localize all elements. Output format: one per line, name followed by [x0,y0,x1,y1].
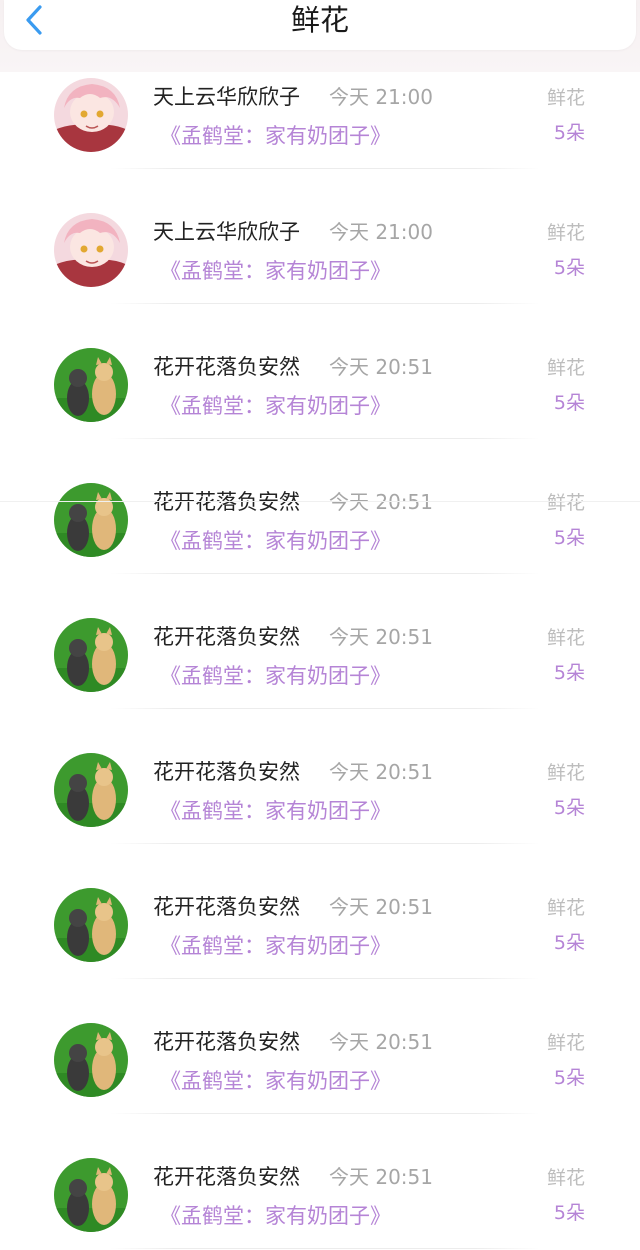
list-item[interactable]: 天上云华欣欣子 今天 21:00 《孟鹤堂：家有奶团子》 鲜花 5朵 [0,72,640,207]
user-avatar[interactable] [54,483,128,557]
user-avatar[interactable] [54,618,128,692]
username[interactable]: 天上云华欣欣子 [153,82,300,112]
username[interactable]: 天上云华欣欣子 [153,217,300,247]
anime-girl-avatar-icon [54,213,128,287]
username[interactable]: 花开花落负安然 [153,487,300,517]
timestamp: 今天 21:00 [329,85,433,109]
book-title-link[interactable]: 《孟鹤堂：家有奶团子》 [160,256,391,286]
gift-count: 5朵 [553,797,585,819]
book-title-link[interactable]: 《孟鹤堂：家有奶团子》 [160,526,391,556]
timestamp: 今天 20:51 [329,1165,433,1189]
cats-avatar-icon [54,348,128,422]
username[interactable]: 花开花落负安然 [153,757,300,787]
anime-girl-avatar-icon [54,78,128,152]
list-item[interactable]: 花开花落负安然 今天 20:51 《孟鹤堂：家有奶团子》 鲜花 5朵 [0,747,640,882]
user-avatar[interactable] [54,78,128,152]
gift-type-label: 鲜花 [546,492,585,514]
gift-type-label: 鲜花 [546,627,585,649]
timestamp: 今天 20:51 [329,625,433,649]
list-item[interactable]: 花开花落负安然 今天 20:51 《孟鹤堂：家有奶团子》 鲜花 5朵 [0,477,640,612]
user-avatar[interactable] [54,888,128,962]
row-divider [110,1248,540,1249]
gift-type-label: 鲜花 [546,357,585,379]
row-divider [110,843,540,844]
username[interactable]: 花开花落负安然 [153,892,300,922]
book-title-link[interactable]: 《孟鹤堂：家有奶团子》 [160,391,391,421]
gift-count: 5朵 [553,257,585,279]
section-divider [0,501,640,502]
gift-count: 5朵 [553,1202,585,1224]
gift-type-label: 鲜花 [546,1167,585,1189]
row-divider [110,168,540,169]
cats-avatar-icon [54,1023,128,1097]
list-item[interactable]: 花开花落负安然 今天 20:51 《孟鹤堂：家有奶团子》 鲜花 5朵 [0,882,640,1017]
list-item[interactable]: 花开花落负安然 今天 20:51 《孟鹤堂：家有奶团子》 鲜花 5朵 [0,342,640,477]
list-item[interactable]: 花开花落负安然 今天 20:51 《孟鹤堂：家有奶团子》 鲜花 5朵 [0,1152,640,1250]
gift-type-label: 鲜花 [546,1032,585,1054]
timestamp: 今天 20:51 [329,490,433,514]
row-divider [110,708,540,709]
header-bar: 鲜花 [0,0,640,72]
gift-count: 5朵 [553,527,585,549]
timestamp: 今天 20:51 [329,760,433,784]
book-title-link[interactable]: 《孟鹤堂：家有奶团子》 [160,796,391,826]
timestamp: 今天 20:51 [329,1030,433,1054]
cats-avatar-icon [54,1158,128,1232]
row-divider [110,978,540,979]
row-divider [110,438,540,439]
row-divider [110,573,540,574]
timestamp: 今天 21:00 [329,220,433,244]
username[interactable]: 花开花落负安然 [153,622,300,652]
book-title-link[interactable]: 《孟鹤堂：家有奶团子》 [160,661,391,691]
gift-type-label: 鲜花 [546,222,585,244]
username[interactable]: 花开花落负安然 [153,352,300,382]
username[interactable]: 花开花落负安然 [153,1162,300,1192]
list-item[interactable]: 花开花落负安然 今天 20:51 《孟鹤堂：家有奶团子》 鲜花 5朵 [0,612,640,747]
flower-record-list: 天上云华欣欣子 今天 21:00 《孟鹤堂：家有奶团子》 鲜花 5朵 天上云华欣… [0,72,640,1250]
gift-count: 5朵 [553,1067,585,1089]
timestamp: 今天 20:51 [329,895,433,919]
list-item[interactable]: 天上云华欣欣子 今天 21:00 《孟鹤堂：家有奶团子》 鲜花 5朵 [0,207,640,342]
gift-count: 5朵 [553,392,585,414]
cats-avatar-icon [54,483,128,557]
gift-count: 5朵 [553,662,585,684]
user-avatar[interactable] [54,753,128,827]
book-title-link[interactable]: 《孟鹤堂：家有奶团子》 [160,121,391,151]
cats-avatar-icon [54,618,128,692]
page-title: 鲜花 [290,3,349,37]
cats-avatar-icon [54,888,128,962]
user-avatar[interactable] [54,1158,128,1232]
row-divider [110,1113,540,1114]
user-avatar[interactable] [54,213,128,287]
gift-count: 5朵 [553,122,585,144]
row-divider [110,303,540,304]
book-title-link[interactable]: 《孟鹤堂：家有奶团子》 [160,931,391,961]
username[interactable]: 花开花落负安然 [153,1027,300,1057]
gift-count: 5朵 [553,932,585,954]
cats-avatar-icon [54,753,128,827]
timestamp: 今天 20:51 [329,355,433,379]
gift-type-label: 鲜花 [546,762,585,784]
user-avatar[interactable] [54,1023,128,1097]
flower-records-page: 鲜花 天上云华欣欣子 今天 21:00 《孟鹤堂：家有奶团子》 鲜花 5朵 天上… [0,0,640,1250]
gift-type-label: 鲜花 [546,897,585,919]
user-avatar[interactable] [54,348,128,422]
gift-type-label: 鲜花 [546,87,585,109]
book-title-link[interactable]: 《孟鹤堂：家有奶团子》 [160,1066,391,1096]
book-title-link[interactable]: 《孟鹤堂：家有奶团子》 [160,1201,391,1231]
list-item[interactable]: 花开花落负安然 今天 20:51 《孟鹤堂：家有奶团子》 鲜花 5朵 [0,1017,640,1152]
